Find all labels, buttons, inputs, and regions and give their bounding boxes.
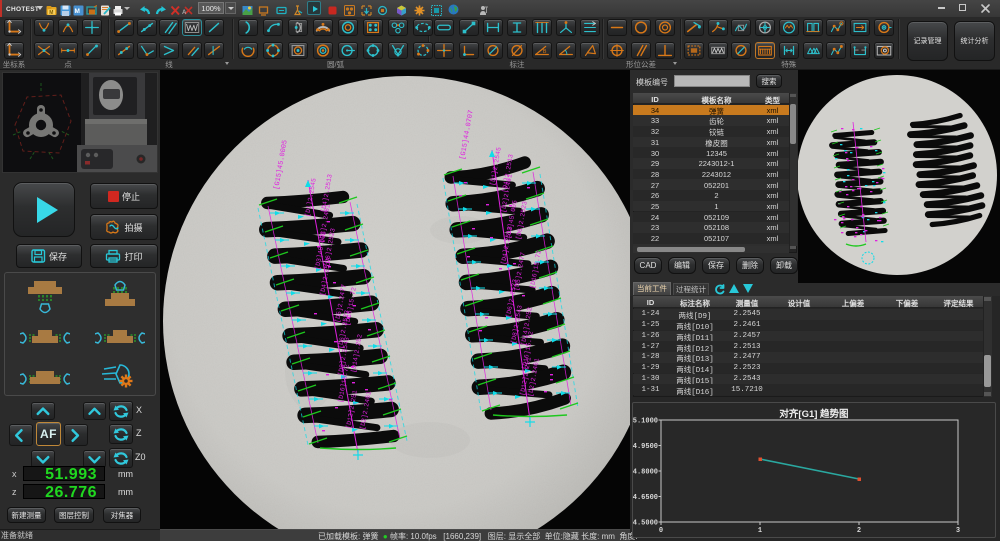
svg-text:2: 2: [857, 527, 861, 535]
svg-text:1: 1: [758, 527, 762, 535]
svg-text:M: M: [49, 10, 53, 16]
svg-text:0: 0: [659, 527, 663, 535]
svg-text:4.5000: 4.5000: [633, 520, 658, 528]
svg-text:A: A: [182, 10, 187, 16]
svg-text:4.6500: 4.6500: [633, 494, 658, 502]
svg-text:M: M: [75, 8, 80, 15]
svg-text:4.9500: 4.9500: [633, 443, 658, 451]
svg-text:3: 3: [956, 527, 960, 535]
svg-text:4.8000: 4.8000: [633, 469, 658, 477]
svg-text:B: B: [542, 49, 546, 55]
svg-text:5.1000: 5.1000: [633, 418, 658, 426]
